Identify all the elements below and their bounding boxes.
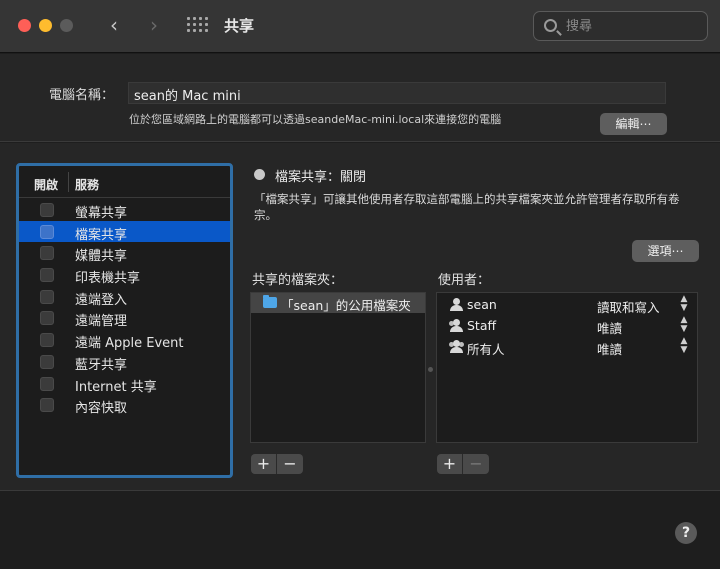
minimize-window-button[interactable] [39,19,52,32]
split-handle[interactable] [428,367,433,372]
options-button[interactable]: 選項⋯ [632,240,699,262]
search-field[interactable] [533,11,708,41]
service-checkbox[interactable] [40,224,54,239]
service-row-remote-login[interactable]: 遠端登入 [19,286,230,308]
forward-chevron-icon[interactable]: › [142,13,166,37]
service-row-media-sharing[interactable]: 媒體共享 [19,242,230,264]
services-list-panel: 開啟 服務 螢幕共享 檔案共享 媒體共享 印表機共享 遠端登入 遠端管理 遠端 … [16,163,233,478]
computer-name-label: 電腦名稱： [49,88,115,103]
service-label: 印表機共享 [75,271,141,287]
file-sharing-status: 檔案共享：關閉 [275,170,367,185]
close-window-button[interactable] [18,19,31,32]
user-row-staff[interactable]: Staff 唯讀 ▲ ▼ [437,316,697,336]
services-list: 螢幕共享 檔案共享 媒體共享 印表機共享 遠端登入 遠端管理 遠端 Apple … [19,199,230,416]
service-checkbox[interactable] [40,398,54,413]
user-row-sean[interactable]: sean 讀取和寫入 ▲ ▼ [437,295,697,315]
service-checkbox[interactable] [40,203,54,217]
user-permission[interactable]: 讀取和寫入 [597,297,660,316]
service-label: 媒體共享 [75,249,128,265]
sharing-main: 開啟 服務 螢幕共享 檔案共享 媒體共享 印表機共享 遠端登入 遠端管理 遠端 … [0,143,720,491]
service-label: 檔案共享 [75,227,128,243]
service-label: 遠端 Apple Event [75,336,184,352]
file-sharing-description: 「檔案共享」可讓其他使用者存取這部電腦上的共享檔案夾並允許管理者存取所有卷宗。 [254,192,680,222]
service-checkbox[interactable] [40,246,54,261]
service-label: 螢幕共享 [75,206,128,221]
status-indicator-icon [254,169,265,180]
permission-stepper-icon[interactable]: ▲ ▼ [679,295,689,313]
service-row-printer-sharing[interactable]: 印表機共享 [19,264,230,286]
user-name: Staff [467,318,497,333]
shared-folders-label: 共享的檔案夾： [252,273,344,288]
service-row-screen-sharing[interactable]: 螢幕共享 [19,199,230,221]
users-label: 使用者： [438,273,491,288]
header-on[interactable]: 開啟 [34,176,58,193]
permission-stepper-icon[interactable]: ▲ ▼ [679,337,689,355]
everyone-icon [449,340,464,353]
service-checkbox[interactable] [40,289,54,304]
service-checkbox[interactable] [40,311,54,326]
permission-stepper-icon[interactable]: ▲ ▼ [679,316,689,334]
users-list: sean 讀取和寫入 ▲ ▼ Staff 唯讀 ▲ ▼ 所有人 唯讀 ▲ ▼ [436,292,698,443]
service-row-remote-apple-events[interactable]: 遠端 Apple Event [19,329,230,351]
service-label: 內容快取 [75,401,128,417]
back-chevron-icon[interactable]: ‹ [102,13,126,37]
folders-add-remove: + − [251,454,303,474]
services-list-header: 開啟 服務 [19,166,230,198]
window-title: 共享 [224,17,255,35]
group-icon [449,319,463,332]
computer-name-field[interactable]: sean的 Mac mini [128,82,666,104]
folder-icon [263,295,277,308]
zoom-window-button[interactable] [60,19,73,32]
service-label: Internet 共享 [75,379,157,395]
computer-name-section: 電腦名稱： sean的 Mac mini 位於您區域網路上的電腦都可以透過sea… [0,54,720,142]
edit-button[interactable]: 編輯⋯ [600,113,667,135]
user-row-everyone[interactable]: 所有人 唯讀 ▲ ▼ [437,337,697,357]
service-row-bluetooth-sharing[interactable]: 藍牙共享 [19,351,230,373]
service-label: 遠端管理 [75,314,128,330]
service-row-internet-sharing[interactable]: Internet 共享 [19,373,230,395]
service-label: 藍牙共享 [75,357,128,373]
user-permission[interactable]: 唯讀 [597,318,622,337]
header-separator [68,172,69,192]
header-service[interactable]: 服務 [75,176,99,193]
user-name: sean [467,297,497,312]
search-icon [544,19,557,32]
service-checkbox[interactable] [40,376,54,391]
toolbar: ‹ › 共享 [0,0,720,53]
service-checkbox[interactable] [40,333,54,348]
service-checkbox[interactable] [40,354,54,369]
service-row-file-sharing[interactable]: 檔案共享 [19,220,230,243]
search-input[interactable] [566,17,696,35]
remove-user-button[interactable]: − [463,454,489,474]
shared-folder-row[interactable]: 「sean」的公用檔案夾 [251,293,425,313]
remove-folder-button[interactable]: − [277,454,303,474]
service-row-remote-management[interactable]: 遠端管理 [19,307,230,329]
single-user-icon [449,298,463,311]
service-row-content-caching[interactable]: 內容快取 [19,394,230,416]
shared-folders-list: 「sean」的公用檔案夾 [250,292,426,443]
service-label: 遠端登入 [75,292,128,308]
user-name: 所有人 [467,342,505,357]
user-permission[interactable]: 唯讀 [597,339,622,358]
local-address-text: 位於您區域網路上的電腦都可以透過seandeMac-mini.local來連接您… [129,113,502,126]
shared-folder-label: 「sean」的公用檔案夾 [281,298,411,313]
show-all-grid-icon[interactable] [187,17,209,35]
help-button[interactable]: ? [675,522,697,544]
add-folder-button[interactable]: + [251,454,277,474]
users-add-remove: + − [437,454,489,474]
add-user-button[interactable]: + [437,454,463,474]
service-checkbox[interactable] [40,268,54,283]
